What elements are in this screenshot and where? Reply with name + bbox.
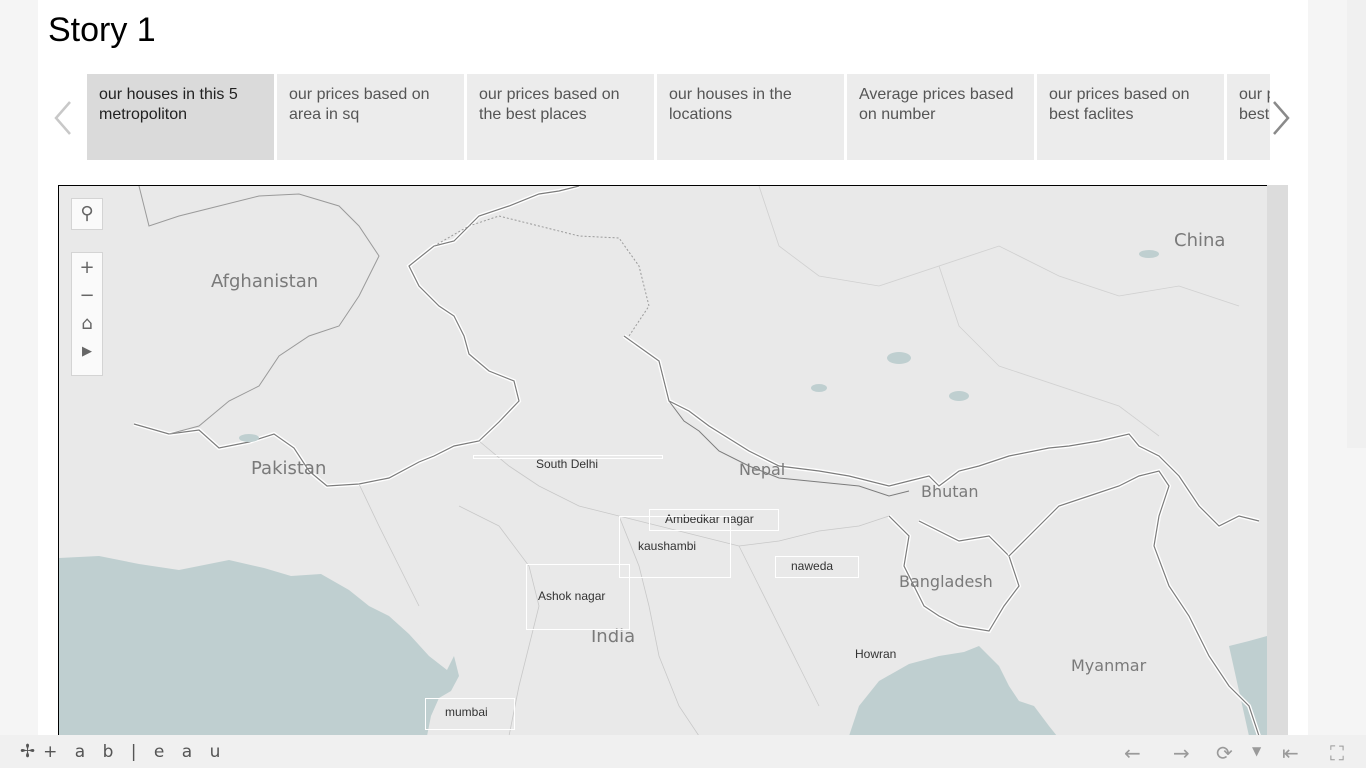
- tab-story-point-6[interactable]: our prices based on best faclites: [1037, 74, 1224, 160]
- previous-story-point-button[interactable]: [50, 98, 80, 138]
- map-vertical-scrollbar[interactable]: [1267, 185, 1288, 735]
- next-story-point-button[interactable]: [1264, 98, 1294, 138]
- search-icon[interactable]: ⚲: [72, 199, 102, 227]
- map-view[interactable]: ⚲ + − ⌂ ▶ Afghanistan Pakistan Nepal Bhu…: [58, 185, 1267, 736]
- tableau-logo-mark-icon: ✢: [20, 741, 36, 762]
- redo-icon[interactable]: →: [1173, 741, 1190, 765]
- page-scrollbar[interactable]: [1347, 0, 1366, 448]
- country-label-afghanistan: Afghanistan: [211, 271, 319, 292]
- fullscreen-icon[interactable]: ⛶: [1330, 741, 1344, 765]
- country-label-myanmar: Myanmar: [1071, 656, 1147, 675]
- map-background: [59, 186, 1267, 736]
- zoom-in-icon[interactable]: +: [72, 253, 102, 281]
- story-title: Story 1: [48, 11, 156, 49]
- story-navigator: our houses in this 5 metropoliton our pr…: [50, 74, 1294, 162]
- tableau-toolbar: ✢ + a b | e a u ← → ⟳ ▼ ⇤ ⛶: [0, 735, 1366, 768]
- city-label-howran[interactable]: Howran: [855, 647, 896, 661]
- revert-icon[interactable]: ⟳: [1216, 741, 1233, 765]
- map-zoom-toolbar: + − ⌂ ▶: [71, 252, 103, 376]
- country-label-pakistan: Pakistan: [251, 458, 327, 479]
- city-label-ashok-nagar[interactable]: Ashok nagar: [538, 589, 605, 603]
- tab-story-point-4[interactable]: our houses in the locations: [657, 74, 844, 160]
- city-label-kaushambi[interactable]: kaushambi: [638, 539, 696, 553]
- zoom-out-icon[interactable]: −: [72, 281, 102, 309]
- tableau-logo[interactable]: ✢ + a b | e a u: [20, 741, 226, 762]
- tab-story-point-5[interactable]: Average prices based on number: [847, 74, 1034, 160]
- map-search-toolbar: ⚲: [71, 198, 103, 230]
- city-label-mumbai[interactable]: mumbai: [445, 705, 488, 719]
- country-label-bangladesh: Bangladesh: [899, 572, 993, 591]
- tab-story-point-3[interactable]: our prices based on the best places: [467, 74, 654, 160]
- tab-story-point-2[interactable]: our prices based on area in sq: [277, 74, 464, 160]
- pause-icon[interactable]: ⇤: [1282, 741, 1299, 765]
- story-point-tabs: our houses in this 5 metropoliton our pr…: [87, 74, 1270, 162]
- home-icon[interactable]: ⌂: [72, 309, 102, 337]
- country-label-china: China: [1174, 230, 1226, 251]
- undo-icon[interactable]: ←: [1124, 741, 1141, 765]
- city-label-naweda[interactable]: naweda: [791, 559, 833, 573]
- country-label-nepal: Nepal: [739, 460, 786, 479]
- country-label-bhutan: Bhutan: [921, 482, 979, 501]
- play-icon[interactable]: ▶: [72, 337, 102, 365]
- revert-dropdown-icon[interactable]: ▼: [1252, 744, 1261, 758]
- tab-story-point-1[interactable]: our houses in this 5 metropoliton: [87, 74, 274, 160]
- city-label-south-delhi[interactable]: South Delhi: [536, 457, 598, 471]
- chevron-right-icon: [1273, 101, 1290, 135]
- chevron-left-icon: [54, 101, 71, 135]
- tableau-logo-text: + a b | e a u: [43, 741, 227, 762]
